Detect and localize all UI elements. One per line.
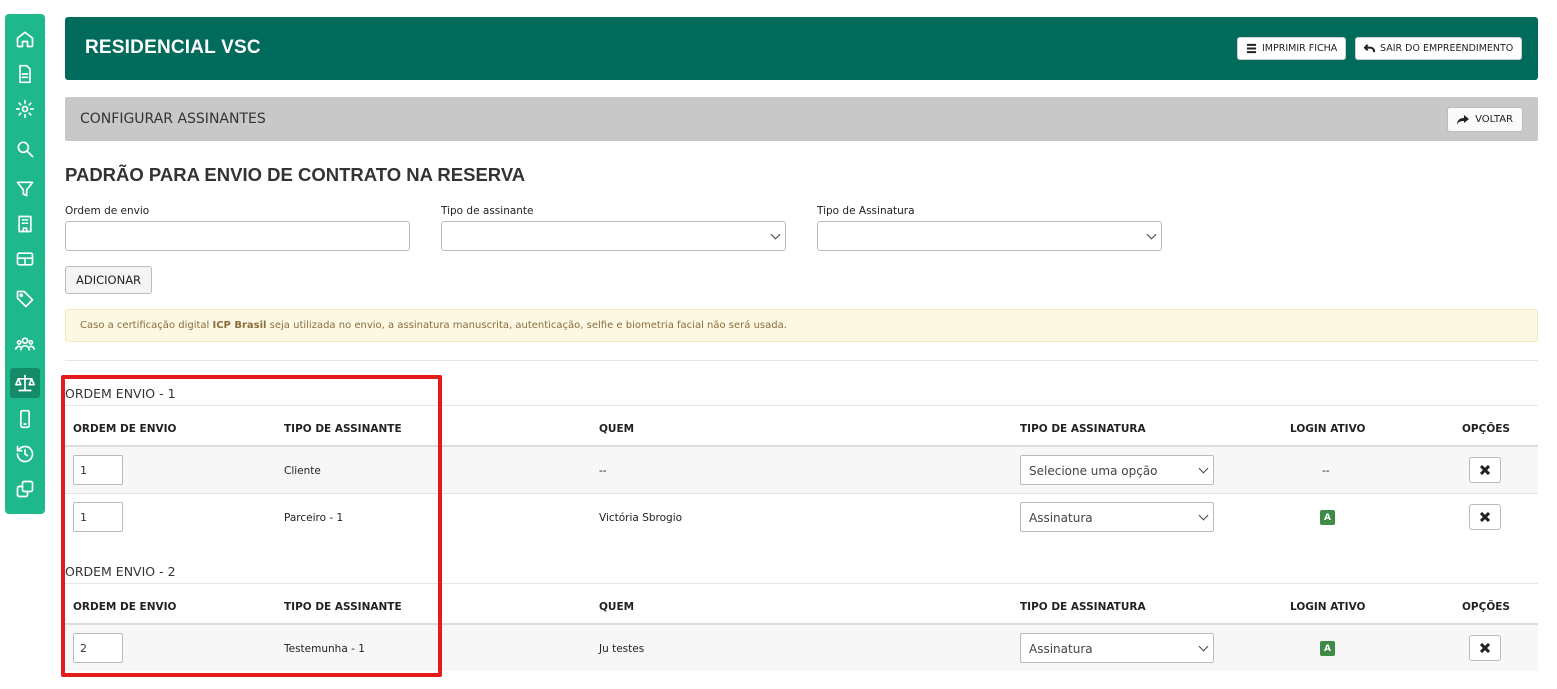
signature-type-select[interactable] [817, 221, 1162, 251]
print-button[interactable]: IMPRIMIR FICHA [1237, 37, 1347, 60]
col-signature-type: TIPO DE ASSINATURA [1020, 601, 1146, 613]
alert-text-after: seja utilizada no envio, a assinatura ma… [266, 320, 787, 331]
order-input[interactable] [65, 221, 410, 251]
col-who: QUEM [599, 601, 635, 613]
remove-button[interactable] [1469, 635, 1501, 661]
signature-type-label: Tipo de Assinatura [817, 205, 915, 217]
group-title: ORDEM ENVIO - 1 [65, 386, 176, 401]
add-button[interactable]: ADICIONAR [65, 266, 153, 294]
page-title: CONFIGURAR ASSINANTES [80, 111, 266, 127]
sidebar [5, 14, 45, 514]
col-order: ORDEM DE ENVIO [73, 601, 177, 613]
row-order-input[interactable]: 1 [73, 502, 123, 532]
close-icon [1480, 512, 1490, 522]
row-signer-type: Parceiro - 1 [284, 512, 344, 524]
row-divider [65, 493, 1538, 494]
col-signer-type: TIPO DE ASSINANTE [284, 423, 402, 435]
alert-text-before: Caso a certificação digital [80, 320, 213, 331]
row-signature-select[interactable]: Selecione uma opção [1020, 455, 1214, 485]
project-title: RESIDENCIAL VSC [85, 37, 261, 58]
group-title: ORDEM ENVIO - 2 [65, 564, 176, 579]
filter-icon[interactable] [10, 174, 40, 204]
col-options: OPÇÕES [1462, 423, 1510, 435]
tag-icon[interactable] [10, 284, 40, 314]
row-signature-select[interactable]: Assinatura [1020, 502, 1214, 532]
page-subheader: CONFIGURAR ASSINANTES VOLTAR [65, 97, 1538, 141]
search-icon[interactable] [10, 134, 40, 164]
login-active-badge: A [1320, 510, 1335, 525]
row-signer-type: Testemunha - 1 [284, 643, 365, 655]
divider [65, 360, 1538, 361]
alert-bold: ICP Brasil [212, 320, 267, 331]
share-arrow-icon [1457, 114, 1470, 125]
icp-alert: Caso a certificação digital ICP Brasil s… [65, 309, 1538, 342]
list-icon [1246, 43, 1257, 54]
gear-icon[interactable] [10, 94, 40, 124]
row-who: -- [599, 465, 607, 477]
col-login: LOGIN ATIVO [1290, 601, 1366, 613]
signer-type-select[interactable] [441, 221, 786, 251]
remove-button[interactable] [1469, 457, 1501, 483]
col-login: LOGIN ATIVO [1290, 423, 1366, 435]
row-who: Victória Sbrogio [599, 512, 683, 524]
scales-icon[interactable] [10, 368, 40, 398]
print-label: IMPRIMIR FICHA [1262, 43, 1338, 54]
reply-icon [1364, 44, 1375, 53]
group-divider [65, 583, 1538, 584]
row-order-input[interactable]: 1 [73, 455, 123, 485]
close-icon [1480, 643, 1490, 653]
col-signer-type: TIPO DE ASSINANTE [284, 601, 402, 613]
mobile-icon[interactable] [10, 404, 40, 434]
history-icon[interactable] [10, 439, 40, 469]
col-options: OPÇÕES [1462, 601, 1510, 613]
col-who: QUEM [599, 423, 635, 435]
signer-type-label: Tipo de assinante [441, 205, 534, 217]
back-label: VOLTAR [1475, 114, 1513, 125]
back-button[interactable]: VOLTAR [1447, 107, 1523, 132]
login-active-badge: A [1320, 641, 1335, 656]
remove-button[interactable] [1469, 504, 1501, 530]
exit-project-button[interactable]: SAIR DO EMPREENDIMENTO [1355, 37, 1523, 60]
order-label: Ordem de envio [65, 205, 150, 217]
section-title: PADRÃO PARA ENVIO DE CONTRATO NA RESERVA [65, 164, 526, 185]
close-icon [1480, 465, 1490, 475]
group-divider [65, 405, 1538, 406]
row-who: Ju testes [599, 643, 645, 655]
building-icon[interactable] [10, 209, 40, 239]
col-signature-type: TIPO DE ASSINATURA [1020, 423, 1146, 435]
row-signature-select[interactable]: Assinatura [1020, 633, 1214, 663]
project-header: RESIDENCIAL VSC IMPRIMIR FICHA SAIR DO E… [65, 17, 1538, 80]
row-signer-type: Cliente [284, 465, 321, 477]
col-order: ORDEM DE ENVIO [73, 423, 177, 435]
home-icon[interactable] [10, 24, 40, 54]
exit-label: SAIR DO EMPREENDIMENTO [1380, 43, 1514, 54]
document-icon[interactable] [10, 59, 40, 89]
copy-icon[interactable] [10, 474, 40, 504]
users-icon[interactable] [10, 329, 40, 359]
table-icon[interactable] [10, 244, 40, 274]
row-login: -- [1322, 465, 1330, 477]
row-order-input[interactable]: 2 [73, 633, 123, 663]
